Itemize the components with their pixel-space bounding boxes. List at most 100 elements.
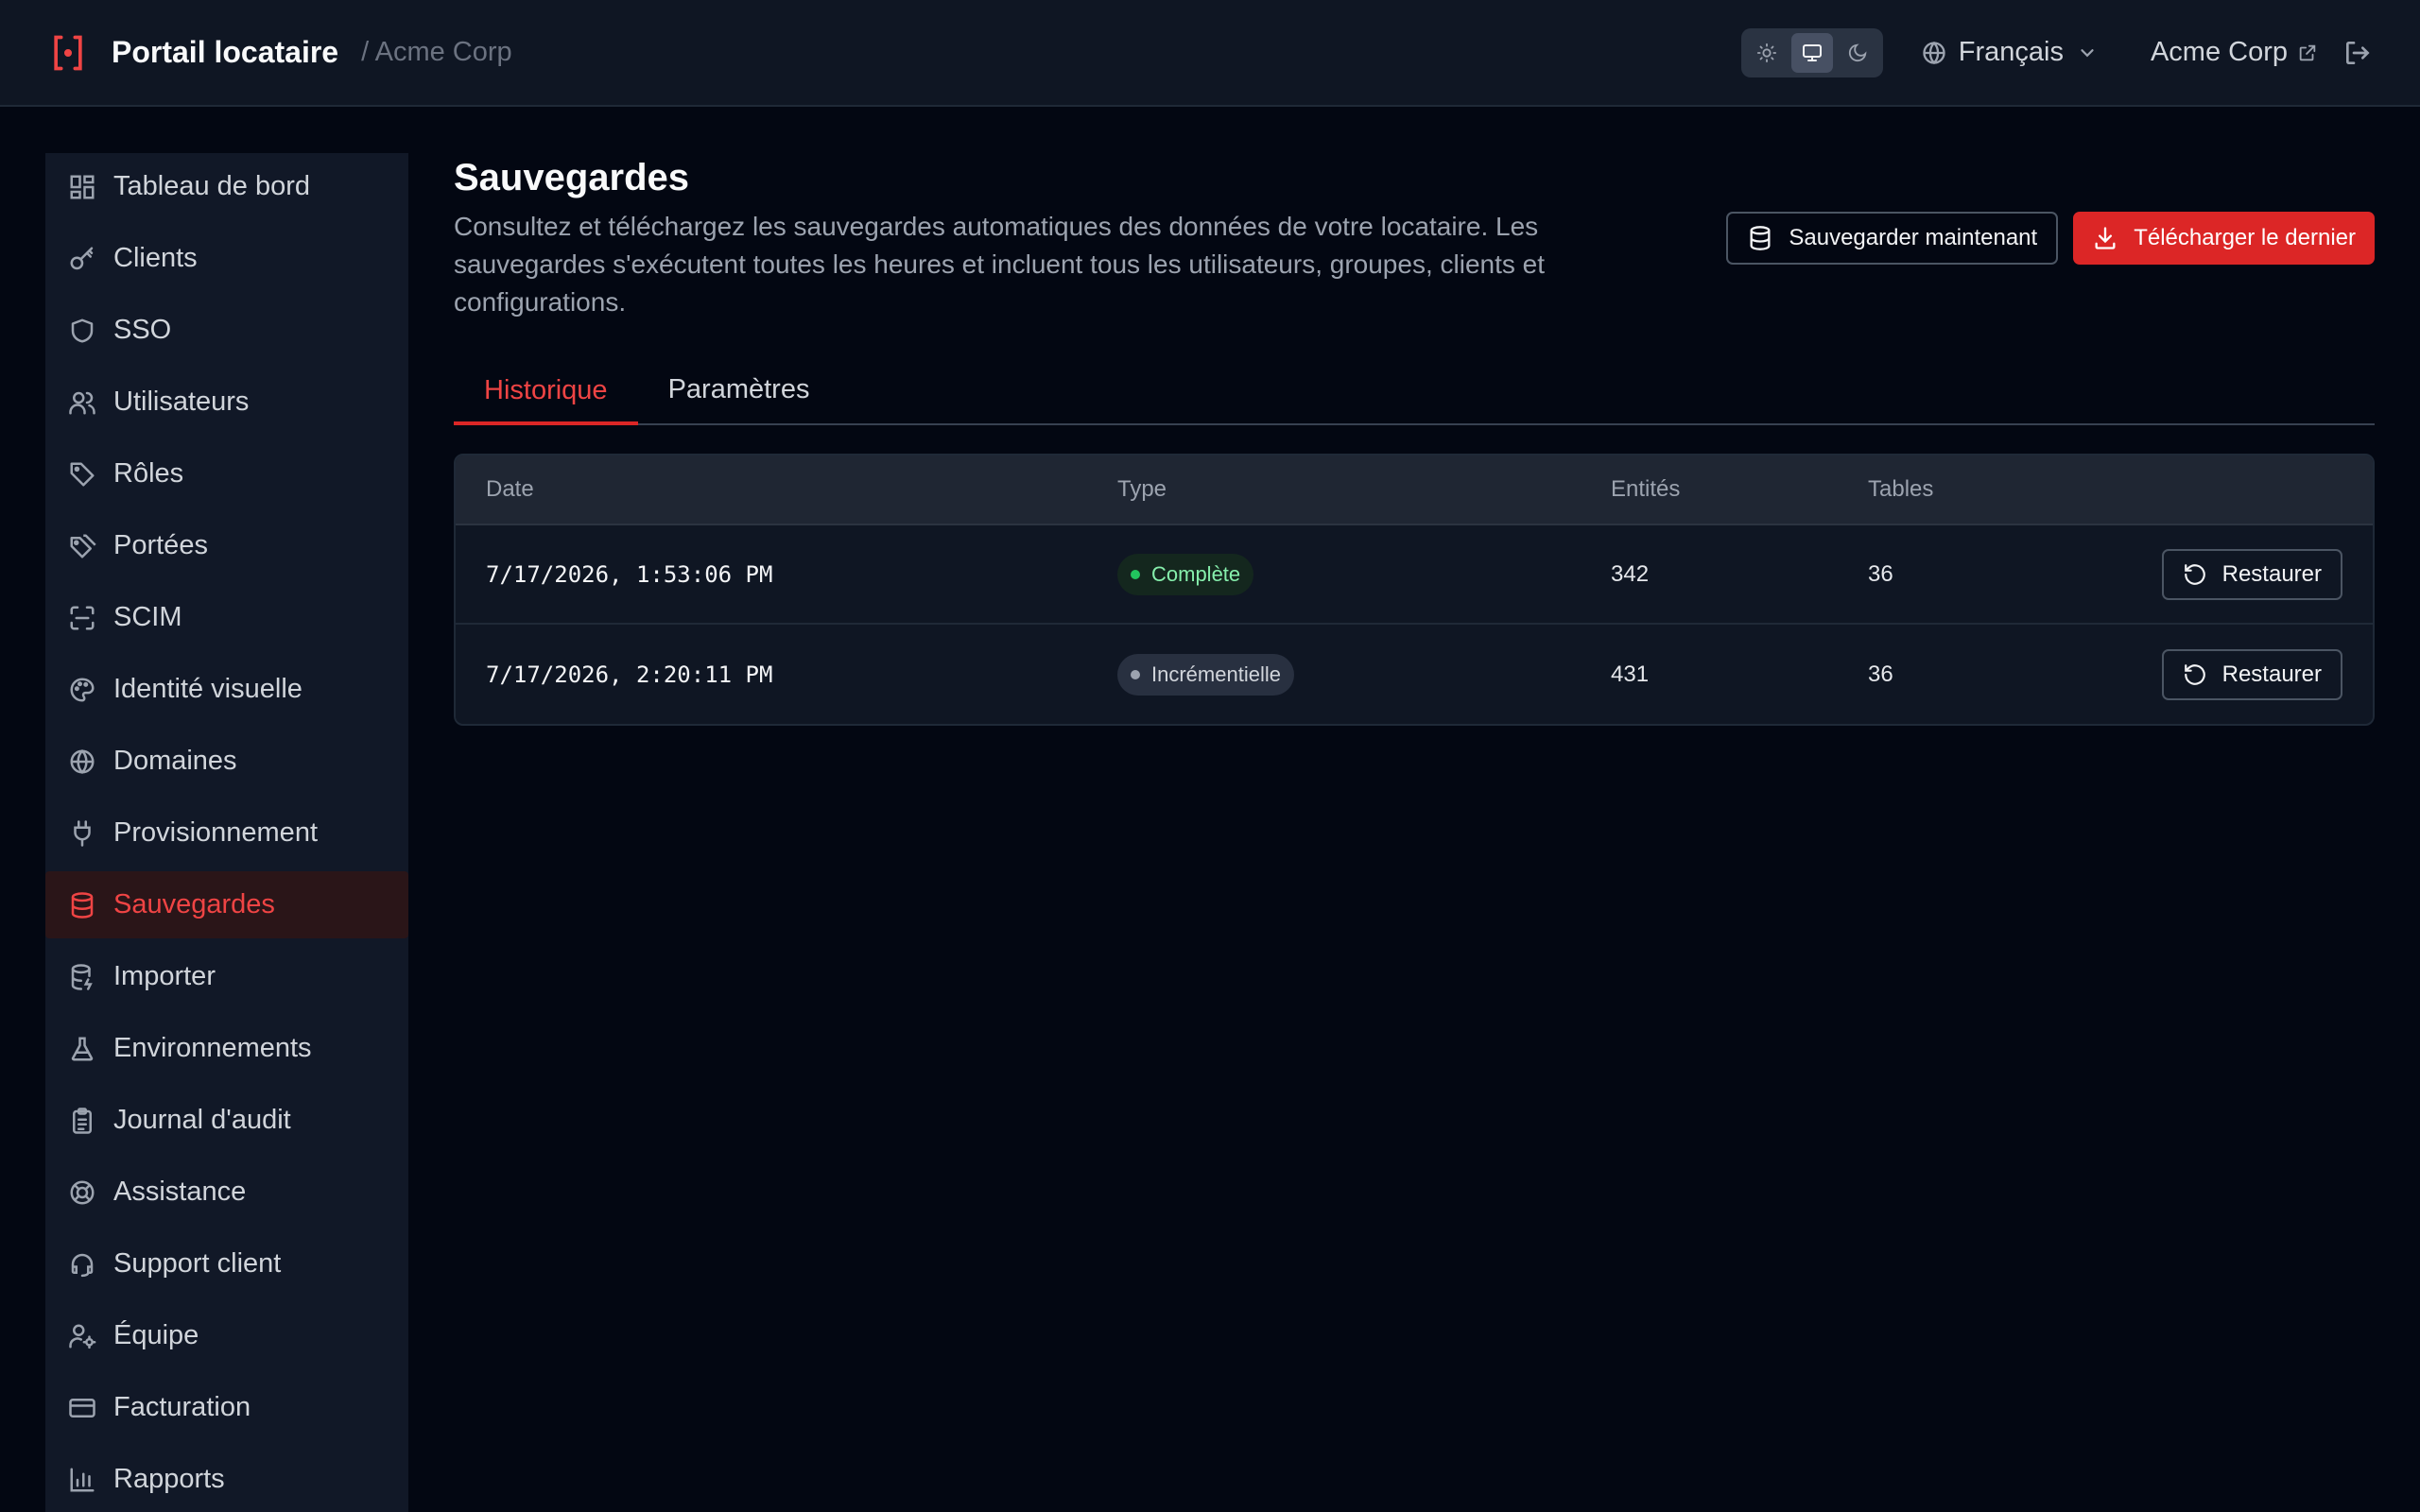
headset-icon: [68, 1250, 96, 1279]
top-bar: Portail locataire / Acme Corp Français A: [0, 0, 2420, 107]
database-icon: [1747, 225, 1773, 251]
page-actions: Sauvegarder maintenant Télécharger le de…: [1726, 212, 2375, 265]
sidebar-item-audit-log[interactable]: Journal d'audit: [45, 1087, 408, 1154]
monitor-icon[interactable]: [1790, 32, 1833, 73]
backup-date: 7/17/2026, 2:20:11 PM: [486, 661, 773, 688]
plug-icon: [68, 819, 96, 848]
sidebar-item-label: Support client: [113, 1248, 282, 1279]
scan-icon: [68, 604, 96, 632]
sidebar-item-dashboard[interactable]: Tableau de bord: [45, 153, 408, 220]
rotate-ccw-icon: [2183, 662, 2207, 687]
download-icon: [2092, 225, 2118, 251]
restore-label: Restaurer: [2221, 560, 2322, 587]
sidebar-item-label: Utilisateurs: [113, 387, 250, 417]
sidebar-item-label: Domaines: [113, 746, 237, 776]
org-link[interactable]: Acme Corp: [2151, 37, 2318, 68]
badge-label: Complète: [1151, 561, 1241, 586]
sidebar-item-label: Portées: [113, 530, 208, 560]
tab-settings[interactable]: Paramètres: [638, 355, 840, 423]
sidebar-item-sso[interactable]: SSO: [45, 297, 408, 364]
column-header-entities: Entités: [1611, 476, 1681, 502]
table-row: 7/17/2026, 1:53:06 PM Complète 342 36 Re…: [456, 525, 2373, 625]
sidebar-item-assistance[interactable]: Assistance: [45, 1159, 408, 1226]
download-latest-label: Télécharger le dernier: [2134, 225, 2356, 250]
sidebar-item-reports[interactable]: Rapports: [45, 1446, 408, 1512]
column-header-date: Date: [486, 476, 534, 502]
sidebar-item-customer-support[interactable]: Support client: [45, 1230, 408, 1297]
sidebar-item-roles[interactable]: Rôles: [45, 440, 408, 507]
sidebar-item-label: Clients: [113, 243, 198, 273]
sidebar-item-environments[interactable]: Environnements: [45, 1015, 408, 1082]
tab-bar: Historique Paramètres: [454, 355, 2375, 425]
backup-date: 7/17/2026, 1:53:06 PM: [486, 560, 773, 588]
sidebar-item-label: Équipe: [113, 1320, 199, 1350]
database-import-icon: [68, 963, 96, 991]
key-icon: [68, 245, 96, 273]
sidebar-item-clients[interactable]: Clients: [45, 225, 408, 292]
flask-icon: [68, 1035, 96, 1063]
language-label: Français: [1958, 37, 2064, 67]
sidebar-item-label: Tableau de bord: [113, 171, 310, 201]
tables-count: 36: [1868, 661, 1893, 687]
row-actions: Restaurer: [2057, 648, 2373, 700]
status-badge: Complète: [1117, 553, 1254, 595]
backup-type-cell: Incrémentielle: [1117, 653, 1611, 696]
sidebar-item-users[interactable]: Utilisateurs: [45, 369, 408, 436]
sidebar-item-provisioning[interactable]: Provisionnement: [45, 799, 408, 867]
backup-type-cell: Complète: [1117, 553, 1611, 595]
rotate-ccw-icon: [2183, 562, 2207, 587]
sidebar-item-label: Journal d'audit: [113, 1105, 291, 1135]
page-description: Consultez et téléchargez les sauvegardes…: [454, 212, 1546, 317]
status-badge: Incrémentielle: [1117, 653, 1294, 696]
chevron-down-icon: [2077, 43, 2098, 63]
sidebar-item-backups[interactable]: Sauvegardes: [45, 871, 408, 938]
language-selector[interactable]: Français: [1921, 37, 2098, 68]
sidebar-item-billing[interactable]: Facturation: [45, 1374, 408, 1441]
backup-now-label: Sauvegarder maintenant: [1789, 225, 2038, 250]
sidebar-item-label: Assistance: [113, 1177, 247, 1207]
tab-history[interactable]: Historique: [454, 355, 638, 425]
status-dot: [1131, 669, 1140, 679]
sidebar-item-scopes[interactable]: Portées: [45, 512, 408, 579]
sidebar-item-label: Importer: [113, 961, 216, 991]
table-row: 7/17/2026, 2:20:11 PM Incrémentielle 431…: [456, 625, 2373, 724]
user-cog-icon: [68, 1322, 96, 1350]
shield-icon: [68, 317, 96, 345]
entities-count: 342: [1611, 560, 1650, 587]
tags-icon: [68, 532, 96, 560]
theme-switcher: [1740, 27, 1883, 77]
sidebar-item-scim[interactable]: SCIM: [45, 584, 408, 651]
database-icon: [68, 891, 96, 919]
sidebar: Tableau de bord Clients SSO Utilisateurs…: [45, 153, 408, 1512]
page-title: Sauvegardes: [454, 157, 690, 198]
lifebuoy-icon: [68, 1178, 96, 1207]
sidebar-item-label: Provisionnement: [113, 817, 318, 848]
brand-logo-icon: [47, 32, 89, 74]
backups-table: Date Type Entités Tables 7/17/2026, 1:53…: [454, 454, 2375, 726]
download-latest-button[interactable]: Télécharger le dernier: [2073, 212, 2375, 265]
column-header-type: Type: [1117, 476, 1167, 502]
globe-icon: [68, 747, 96, 776]
globe-icon: [1921, 40, 1947, 66]
moon-icon[interactable]: [1837, 33, 1878, 73]
restore-button[interactable]: Restaurer: [2161, 648, 2342, 700]
table-header: Date Type Entités Tables: [456, 455, 2373, 525]
users-icon: [68, 388, 96, 417]
entities-count: 431: [1611, 661, 1650, 687]
sidebar-item-label: Rapports: [113, 1464, 225, 1494]
tenant-breadcrumb: / Acme Corp: [361, 37, 512, 67]
sidebar-item-label: Environnements: [113, 1033, 312, 1063]
sidebar-item-label: SSO: [113, 315, 172, 345]
sun-icon[interactable]: [1746, 33, 1788, 73]
sidebar-item-import[interactable]: Importer: [45, 943, 408, 1010]
sidebar-item-label: Identité visuelle: [113, 674, 302, 704]
clipboard-icon: [68, 1107, 96, 1135]
palette-icon: [68, 676, 96, 704]
sidebar-item-team[interactable]: Équipe: [45, 1302, 408, 1369]
sidebar-item-branding[interactable]: Identité visuelle: [45, 656, 408, 723]
sidebar-item-label: Sauvegardes: [113, 889, 275, 919]
sidebar-item-domains[interactable]: Domaines: [45, 728, 408, 795]
restore-button[interactable]: Restaurer: [2161, 548, 2342, 600]
logout-icon[interactable]: [2342, 38, 2373, 68]
backup-now-button[interactable]: Sauvegarder maintenant: [1726, 212, 2059, 265]
